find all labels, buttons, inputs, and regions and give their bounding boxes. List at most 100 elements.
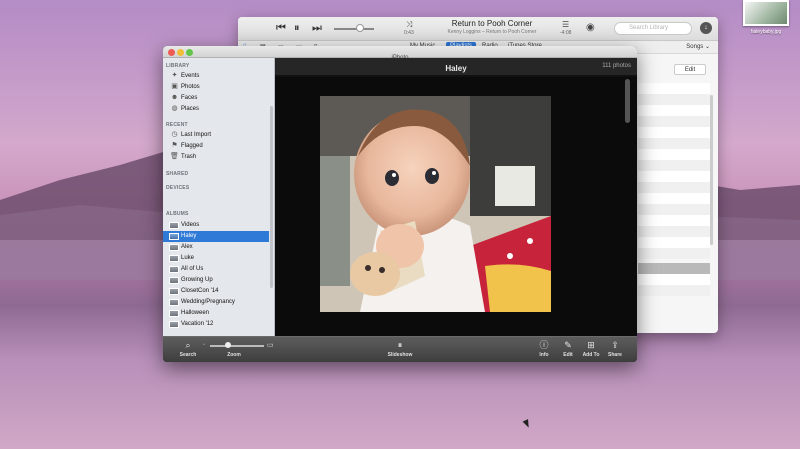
zoom-small-icon: ▫ — [203, 342, 205, 348]
song-row[interactable] — [638, 248, 710, 259]
iphoto-window[interactable]: iPhoto LIBRARY ✦ Events ▣ Photos ☻ Faces… — [163, 46, 637, 362]
zoom-window-button[interactable] — [186, 49, 193, 56]
sidebar-item-label: Faces — [181, 95, 198, 101]
song-row[interactable] — [638, 149, 710, 160]
song-row[interactable] — [638, 94, 710, 105]
edit-playlist-button[interactable]: Edit — [674, 64, 706, 75]
trash-icon: 🗑 — [170, 153, 179, 160]
view-selector[interactable]: Songs ⌄ — [686, 43, 710, 50]
album-icon — [169, 310, 179, 317]
sidebar-album-growing-up[interactable]: Growing Up — [163, 275, 269, 286]
sidebar-item-events[interactable]: ✦ Events — [163, 71, 269, 82]
slideshow-button[interactable]: ⏸ Slideshow — [385, 339, 415, 359]
sidebar-album-vacation[interactable]: Vacation '12 — [163, 319, 269, 330]
song-row-selected[interactable] — [638, 263, 710, 274]
album-icon — [169, 288, 179, 295]
search-label: Search — [179, 352, 197, 358]
zoom-slider-knob[interactable] — [225, 342, 231, 348]
edit-button[interactable]: ✎ Edit — [559, 339, 577, 359]
sidebar-item-label: Flagged — [181, 143, 203, 149]
itunes-search-input[interactable]: Search Library — [614, 22, 692, 35]
volume-knob[interactable] — [356, 24, 364, 32]
album-icon — [169, 255, 179, 262]
sidebar-item-label: Vacation '12 — [181, 321, 214, 327]
song-row[interactable] — [638, 127, 710, 138]
song-row[interactable] — [638, 237, 710, 248]
song-row[interactable] — [638, 285, 710, 296]
up-next-icon[interactable]: ☰ — [562, 20, 569, 29]
song-row[interactable] — [638, 138, 710, 149]
shared-header: SHARED — [166, 171, 189, 177]
album-icon — [169, 233, 179, 240]
search-icon: ⌕ — [185, 340, 191, 350]
sidebar-album-videos[interactable]: Videos — [163, 220, 269, 231]
sidebar-album-closetcon[interactable]: ClosetCon '14 — [163, 286, 269, 297]
sidebar-item-label: Videos — [181, 222, 200, 228]
song-artist: Kenny Loggins – Return to Pooh Corner — [447, 29, 537, 35]
song-row[interactable] — [638, 171, 710, 182]
album-icon — [169, 321, 179, 328]
close-button[interactable] — [168, 49, 175, 56]
library-header: LIBRARY — [166, 63, 190, 69]
minimize-button[interactable] — [177, 49, 184, 56]
play-pause-icon: ⏸ — [397, 340, 403, 350]
sidebar-item-last-import[interactable]: ◷ Last Import — [163, 130, 269, 141]
bottom-toolbar: ⌕ Search ▫ ▭ Zoom ⏸ Slideshow ⓘ Info ✎ E… — [163, 336, 637, 362]
sidebar-item-label: ClosetCon '14 — [181, 288, 219, 294]
desktop-file-label: haleybaby.jpg — [750, 29, 782, 35]
itunes-toolbar: ⏮ ⏸ ⏭ ⤨ 0:43 Return to Pooh Corner Kenny… — [238, 17, 718, 41]
song-row[interactable] — [638, 160, 710, 171]
search-button[interactable]: ⌕ Search — [179, 339, 197, 359]
info-button[interactable]: ⓘ Info — [535, 339, 553, 359]
song-row[interactable] — [638, 204, 710, 215]
song-row[interactable] — [638, 226, 710, 237]
sidebar-item-label: Alex — [181, 244, 193, 250]
sidebar-item-faces[interactable]: ☻ Faces — [163, 93, 269, 104]
pause-icon[interactable]: ⏸ — [294, 22, 300, 35]
itunes-scrollbar[interactable] — [710, 95, 713, 245]
zoom-label: Zoom — [227, 352, 241, 358]
zoom-large-icon: ▭ — [267, 342, 274, 349]
sidebar-album-haley[interactable]: Haley — [163, 231, 269, 242]
desktop-file-icon[interactable]: haleybaby.jpg — [740, 0, 792, 35]
share-icon: ⇪ — [611, 340, 619, 350]
places-icon: ◍ — [171, 105, 178, 112]
song-row[interactable] — [638, 83, 710, 94]
album-icon — [169, 299, 179, 306]
song-row[interactable] — [638, 116, 710, 127]
song-row[interactable] — [638, 193, 710, 204]
clock-icon: ◷ — [171, 131, 178, 138]
download-icon[interactable]: ↓ — [700, 22, 712, 34]
pencil-icon: ✎ — [564, 340, 572, 350]
sidebar-item-label: Photos — [181, 84, 200, 90]
fast-forward-icon[interactable]: ⏭ — [312, 22, 322, 35]
volume-slider[interactable] — [334, 28, 374, 30]
sidebar-item-trash[interactable]: 🗑 Trash — [163, 152, 269, 163]
add-to-button[interactable]: ⊞ Add To — [579, 339, 603, 359]
zoom-slider[interactable] — [210, 345, 264, 347]
album-icon — [169, 266, 179, 273]
sidebar-album-halloween[interactable]: Halloween — [163, 308, 269, 319]
sidebar-album-wedding-pregnancy[interactable]: Wedding/Pregnancy — [163, 297, 269, 308]
sidebar-album-luke[interactable]: Luke — [163, 253, 269, 264]
song-row[interactable] — [638, 105, 710, 116]
sidebar-item-flagged[interactable]: ⚑ Flagged — [163, 141, 269, 152]
sidebar-album-all-of-us[interactable]: All of Us — [163, 264, 269, 275]
sidebar-item-photos[interactable]: ▣ Photos — [163, 82, 269, 93]
flag-icon: ⚑ — [171, 142, 178, 149]
rewind-icon[interactable]: ⏮ — [276, 22, 286, 35]
account-icon[interactable]: ◉ — [586, 22, 595, 33]
song-row[interactable] — [638, 215, 710, 226]
sidebar-album-alex[interactable]: Alex — [163, 242, 269, 253]
viewer-scrollbar[interactable] — [625, 79, 630, 123]
song-row[interactable] — [638, 274, 710, 285]
baby-photo-image — [320, 96, 551, 312]
sidebar-item-label: All of Us — [181, 266, 204, 272]
share-button[interactable]: ⇪ Share — [605, 339, 625, 359]
sidebar-item-places[interactable]: ◍ Places — [163, 104, 269, 115]
sidebar-scrollbar[interactable] — [270, 106, 273, 288]
sidebar-item-label: Places — [181, 106, 200, 112]
photo-viewer[interactable] — [275, 77, 637, 336]
baby-photo[interactable] — [320, 96, 551, 312]
song-row[interactable] — [638, 182, 710, 193]
